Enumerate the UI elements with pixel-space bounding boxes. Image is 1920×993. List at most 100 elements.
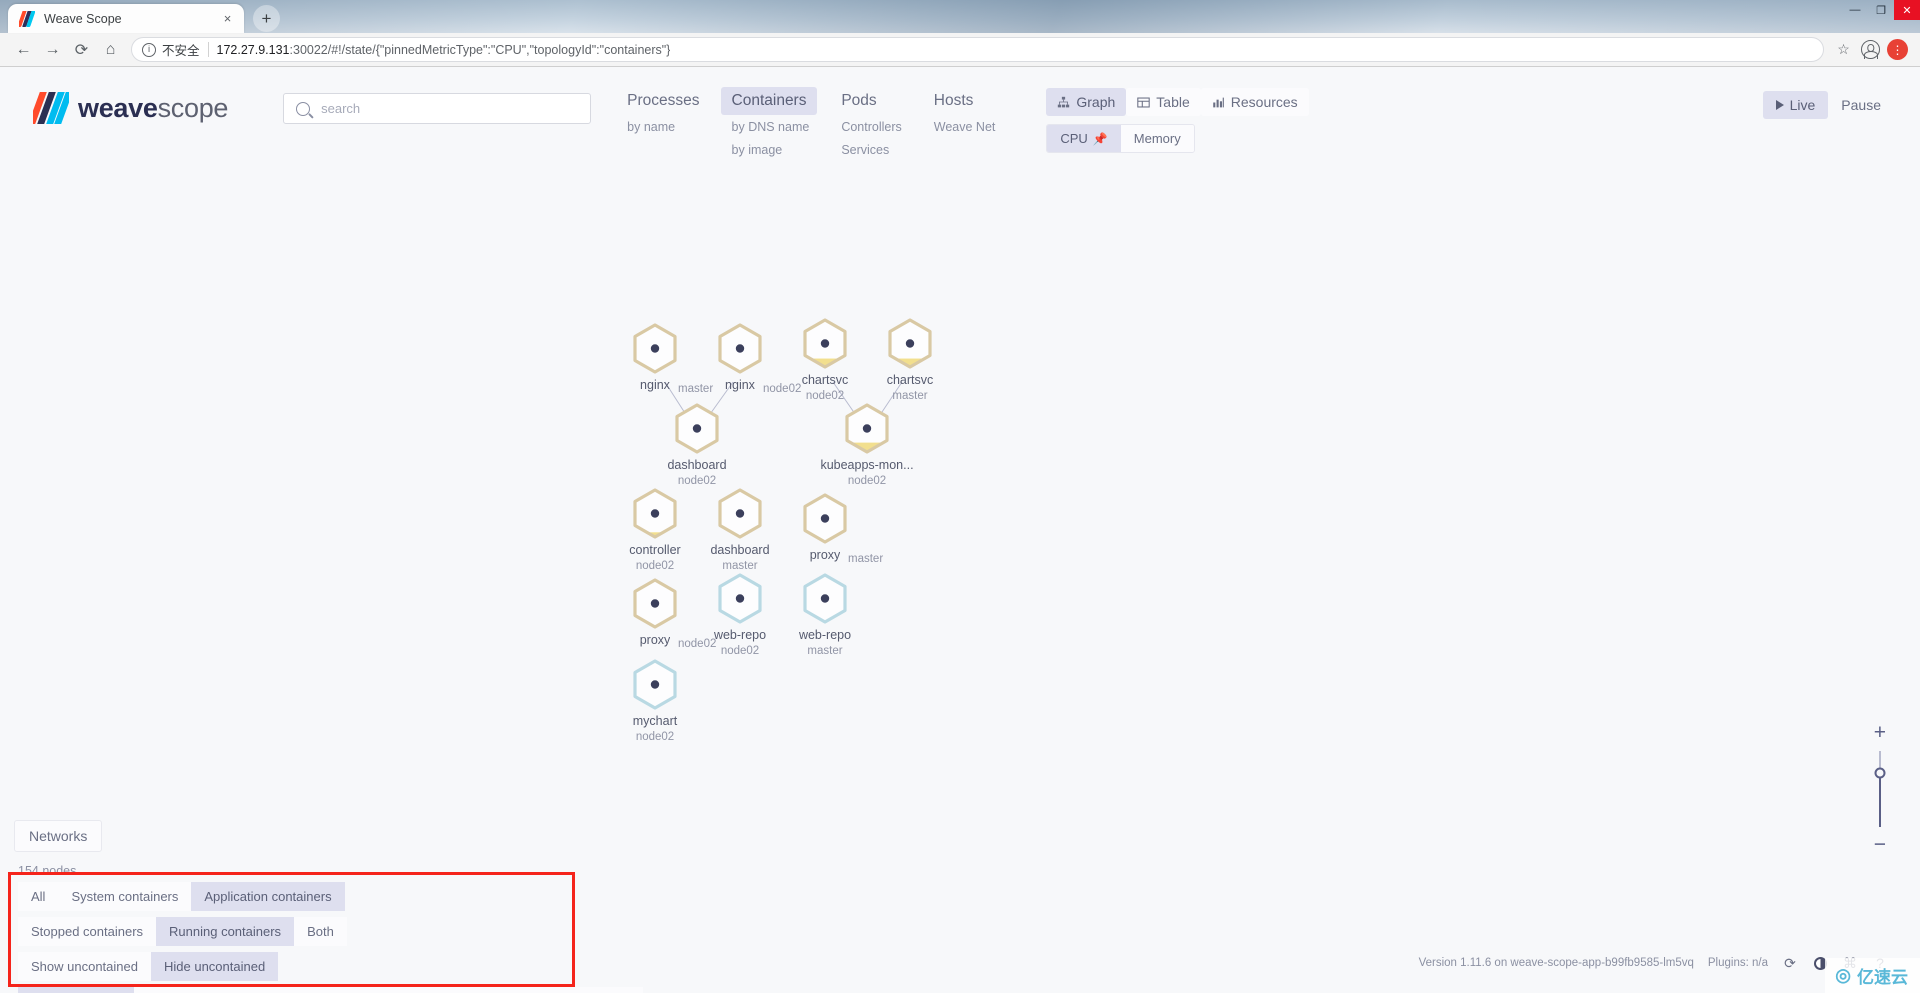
filter-rows: All System containers Application containe…	[18, 882, 643, 993]
new-tab-button[interactable]: +	[253, 5, 280, 32]
search-input[interactable]	[321, 101, 579, 116]
browser-tab[interactable]: Weave Scope ×	[8, 4, 244, 33]
logo-text: weavescope	[78, 93, 228, 124]
metric-cpu[interactable]: CPU 📌	[1047, 125, 1121, 152]
filter-all-namespaces[interactable]: All Namespaces	[18, 987, 135, 993]
weavescope-logo[interactable]: weavescope	[33, 85, 228, 131]
node-sublabel: master	[892, 390, 928, 402]
resources-icon	[1212, 96, 1225, 109]
window-close-icon[interactable]: ✕	[1894, 0, 1920, 20]
node-hexagon-icon	[717, 573, 763, 625]
zoom-control[interactable]: + −	[1874, 722, 1886, 855]
filter-both[interactable]: Both	[294, 917, 347, 946]
node-hexagon-icon	[887, 318, 933, 370]
view-mode-table[interactable]: Table	[1126, 88, 1201, 116]
back-icon[interactable]: ←	[9, 35, 38, 64]
profile-avatar-icon[interactable]	[1857, 36, 1884, 63]
info-icon: i	[142, 42, 156, 57]
filter-kube-system[interactable]: kube-system	[405, 987, 503, 993]
live-control-label: Pause	[1841, 97, 1881, 113]
topology-sub-by-image[interactable]: by image	[721, 139, 794, 161]
refresh-icon[interactable]: ⟳	[1782, 955, 1798, 971]
graph-node[interactable]: mychart node02	[595, 659, 715, 743]
filter-kube-node-lease[interactable]: kube-node-lease	[196, 987, 317, 993]
live-control-group: Live Pause	[1762, 91, 1894, 119]
filter-row: All System containers Application containe…	[18, 882, 565, 911]
filter-kube-public[interactable]: kube-public	[316, 987, 406, 993]
filter-hide-uncontained[interactable]: Hide uncontained	[150, 952, 279, 981]
browser-menu-icon[interactable]: ⋮	[1884, 36, 1911, 63]
graph-node[interactable]: proxy master	[765, 493, 885, 567]
topology-sub-controllers[interactable]: Controllers	[830, 116, 912, 138]
topology-sub-services[interactable]: Services	[830, 139, 900, 161]
filter-weave[interactable]: weave	[581, 987, 643, 993]
node-sublabel: node02	[635, 731, 675, 743]
pause-button[interactable]: Pause	[1828, 91, 1894, 119]
filter-running-containers[interactable]: Running containers	[156, 917, 295, 946]
view-mode-graph[interactable]: Graph	[1046, 88, 1127, 116]
filter-stopped-containers[interactable]: Stopped containers	[18, 917, 157, 946]
minimize-icon[interactable]: —	[1842, 0, 1868, 20]
metric-label: Memory	[1133, 131, 1181, 146]
metric-label: CPU	[1060, 131, 1088, 146]
node-hexagon-icon	[674, 403, 720, 455]
omnibox-divider	[207, 42, 209, 57]
home-icon[interactable]: ⌂	[96, 35, 125, 64]
topology-processes[interactable]: Processes	[616, 87, 710, 115]
bookmark-star-icon[interactable]: ☆	[1830, 36, 1857, 63]
live-button[interactable]: Live	[1762, 91, 1829, 119]
networks-button[interactable]: Networks	[14, 820, 103, 852]
filter-application-containers[interactable]: Application containers	[191, 882, 345, 911]
topology-sub-weave-net[interactable]: Weave Net	[923, 116, 1007, 138]
topology-containers[interactable]: Containers	[720, 87, 818, 115]
titlebar-background	[0, 0, 1920, 33]
graph-node[interactable]: kubeapps-mon... node02	[807, 403, 927, 487]
filter-row: Stopped containers Running containers Both	[18, 917, 565, 946]
node-label: chartsvc	[886, 373, 934, 387]
play-icon	[1775, 100, 1784, 110]
node-sublabel: node02	[847, 475, 887, 487]
topology-sub-by-name[interactable]: by name	[616, 116, 686, 138]
graph-node[interactable]: web-repo master	[765, 573, 885, 657]
zoom-slider-knob[interactable]	[1874, 767, 1886, 779]
node-hexagon-icon	[632, 323, 678, 375]
forward-icon[interactable]: →	[38, 35, 67, 64]
app-header: weavescope Processesby nameContainersby …	[0, 67, 1920, 175]
node-sublabel: master	[807, 645, 843, 657]
topology-pods[interactable]: Pods	[830, 87, 887, 115]
topology-graph[interactable]: nginx master nginx node02 chartsvc node02 char…	[0, 175, 1920, 993]
maximize-icon[interactable]: ❐	[1868, 0, 1894, 20]
reload-icon[interactable]: ⟳	[67, 35, 96, 64]
version-label: Version 1.11.6 on weave-scope-app-b99fb9…	[1418, 957, 1694, 969]
zoom-out-button[interactable]: −	[1874, 834, 1886, 855]
filter-system-containers[interactable]: System containers	[58, 882, 192, 911]
filter-default[interactable]: default	[134, 987, 197, 993]
node-hexagon-icon	[717, 323, 763, 375]
node-label: proxy	[809, 548, 841, 562]
pin-icon[interactable]: 📌	[1093, 132, 1108, 146]
address-bar[interactable]: i 不安全 172.27.9.131:30022/#!/state/{"pinn…	[131, 37, 1824, 62]
weave-scope-favicon-icon	[19, 10, 35, 27]
graph-node[interactable]: dashboard node02	[637, 403, 757, 487]
search-box[interactable]	[283, 93, 592, 124]
filter-show-uncontained[interactable]: Show uncontained	[18, 952, 151, 981]
table-icon	[1137, 96, 1151, 109]
node-hexagon-icon	[632, 578, 678, 630]
zoom-slider-track[interactable]	[1874, 751, 1886, 827]
view-controls: Graph Table Resources CPU 📌 Memory	[1046, 88, 1309, 153]
topology-hosts[interactable]: Hosts	[923, 87, 985, 115]
graph-node[interactable]: chartsvc master	[850, 318, 970, 402]
filter-kubeapps[interactable]: kubeapps	[502, 987, 582, 993]
topology-sub-by-dns-name[interactable]: by DNS name	[721, 116, 821, 138]
close-icon[interactable]: ×	[219, 10, 236, 27]
node-label: mychart	[632, 714, 678, 728]
zoom-in-button[interactable]: +	[1874, 722, 1886, 743]
view-mode-resources[interactable]: Resources	[1200, 88, 1309, 116]
metric-memory[interactable]: Memory	[1120, 125, 1194, 152]
graph-edges	[664, 381, 903, 425]
node-label: nginx	[725, 378, 755, 392]
node-hexagon-icon	[802, 493, 848, 545]
filter-all[interactable]: All	[18, 882, 59, 911]
graph-icon	[1057, 96, 1070, 109]
view-mode-group: Graph Table Resources	[1046, 88, 1309, 116]
